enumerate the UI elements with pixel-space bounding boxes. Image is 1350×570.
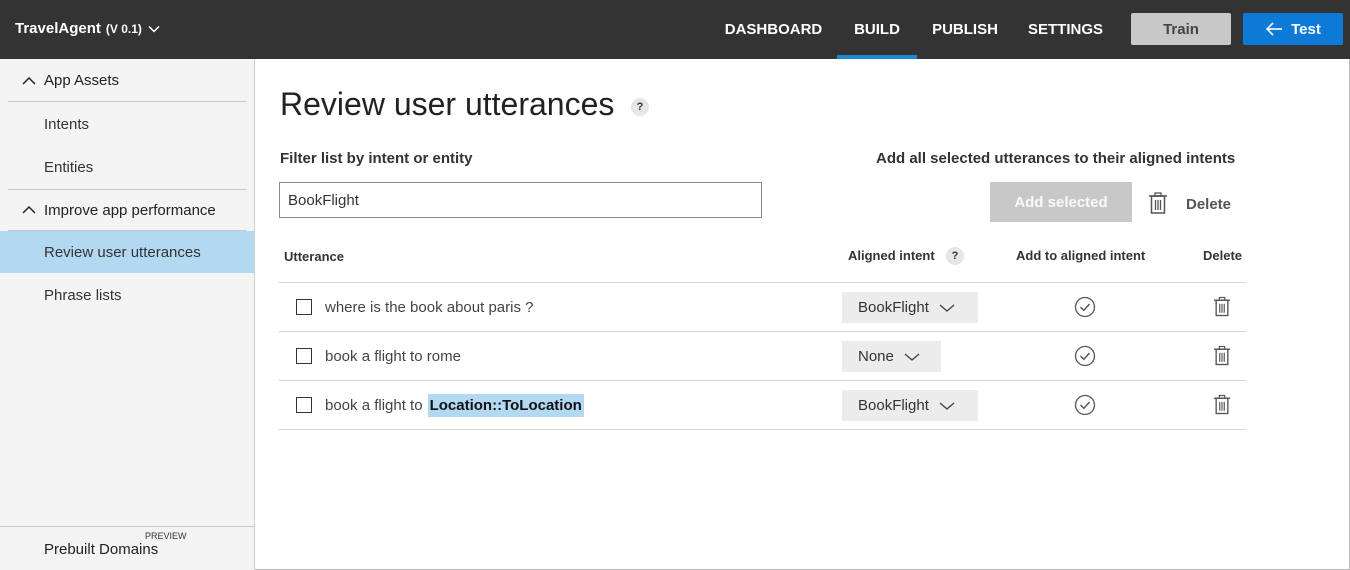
add-all-label: Add all selected utterances to their ali… — [876, 150, 1236, 167]
aligned-intent-dropdown[interactable]: None — [842, 341, 941, 372]
checkmark-circle-icon[interactable] — [1074, 345, 1096, 367]
column-header-add-to-aligned: Add to aligned intent — [1016, 248, 1146, 263]
test-button[interactable]: Test — [1243, 13, 1343, 45]
chevron-up-icon — [22, 76, 36, 85]
trash-icon[interactable] — [1213, 296, 1231, 317]
filter-label: Filter list by intent or entity — [280, 150, 473, 167]
row-checkbox[interactable] — [296, 348, 312, 364]
sidebar-item-prebuilt-domains[interactable]: PREVIEW Prebuilt Domains — [0, 526, 254, 570]
chevron-down-icon — [904, 352, 920, 361]
top-bar: TravelAgent (V 0.1) DASHBOARD BUILD PUBL… — [0, 0, 1350, 59]
chevron-down-icon — [148, 25, 160, 33]
trash-icon[interactable] — [1213, 394, 1231, 415]
page-title: Review user utterances — [280, 86, 615, 122]
nav-build[interactable]: BUILD — [837, 0, 917, 59]
utterance-text: book a flight to rome — [325, 348, 461, 365]
table-row: book a flight to Location::ToLocation Bo… — [279, 381, 1246, 430]
nav-settings[interactable]: SETTINGS — [1013, 0, 1118, 59]
utterance-text: book a flight to Location::ToLocation — [325, 381, 584, 430]
chevron-down-icon — [939, 303, 955, 312]
add-selected-button[interactable]: Add selected — [990, 182, 1132, 222]
checkmark-circle-icon[interactable] — [1074, 296, 1096, 318]
app-version: (V 0.1) — [105, 21, 142, 36]
nav-publish[interactable]: PUBLISH — [917, 0, 1013, 59]
column-header-aligned-intent: Aligned intent — [848, 248, 935, 263]
chevron-up-icon — [22, 205, 36, 214]
table-row: where is the book about paris ? BookFlig… — [279, 283, 1246, 332]
train-button[interactable]: Train — [1131, 13, 1231, 45]
column-header-utterance: Utterance — [284, 249, 344, 264]
trash-icon[interactable] — [1148, 192, 1168, 214]
table-row: book a flight to rome None — [279, 332, 1246, 381]
filter-input[interactable] — [279, 182, 762, 218]
delete-selected-button[interactable]: Delete — [1186, 196, 1231, 213]
divider — [279, 429, 1246, 430]
nav-dashboard[interactable]: DASHBOARD — [710, 0, 837, 59]
app-switcher[interactable]: TravelAgent (V 0.1) — [15, 20, 160, 37]
entity-label[interactable]: Location::ToLocation — [427, 394, 584, 417]
aligned-intent-dropdown[interactable]: BookFlight — [842, 292, 978, 323]
sidebar-item-intents[interactable]: Intents — [0, 103, 254, 145]
sidebar: App Assets Intents Entities Improve app … — [0, 59, 255, 570]
utterance-text: where is the book about paris ? — [325, 299, 534, 316]
preview-badge: PREVIEW — [145, 531, 187, 541]
sidebar-item-phrase-lists[interactable]: Phrase lists — [0, 274, 254, 316]
row-checkbox[interactable] — [296, 299, 312, 315]
help-icon[interactable]: ? — [946, 247, 964, 265]
sidebar-item-review-utterances[interactable]: Review user utterances — [0, 231, 254, 273]
column-header-delete: Delete — [1203, 248, 1243, 263]
trash-icon[interactable] — [1213, 345, 1231, 366]
app-name: TravelAgent — [15, 20, 101, 37]
section-app-assets[interactable]: App Assets — [8, 60, 246, 102]
arrow-left-icon — [1265, 22, 1283, 36]
prebuilt-domains-label: Prebuilt Domains — [44, 541, 159, 558]
sidebar-item-entities[interactable]: Entities — [0, 146, 254, 188]
aligned-intent-dropdown[interactable]: BookFlight — [842, 390, 978, 421]
help-icon[interactable]: ? — [631, 98, 649, 116]
chevron-down-icon — [939, 401, 955, 410]
section-improve-performance[interactable]: Improve app performance — [8, 189, 246, 231]
checkmark-circle-icon[interactable] — [1074, 394, 1096, 416]
row-checkbox[interactable] — [296, 397, 312, 413]
